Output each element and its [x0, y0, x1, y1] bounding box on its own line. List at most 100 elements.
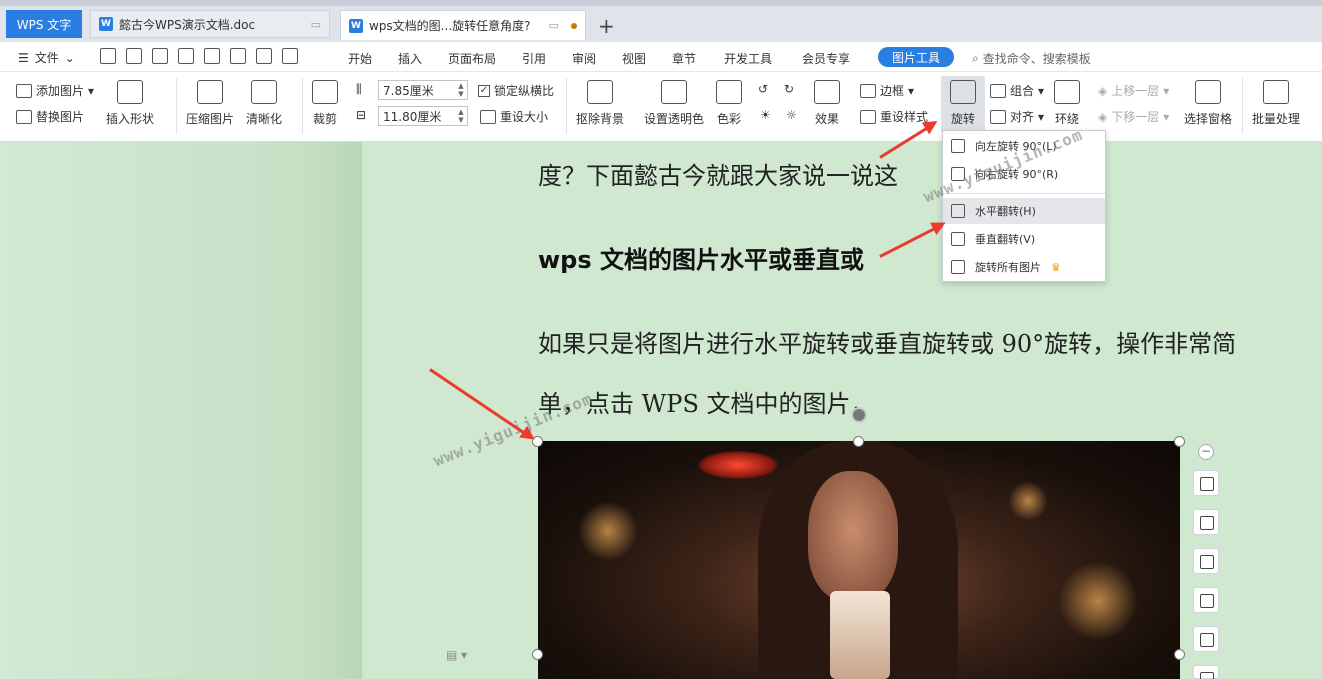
align-button[interactable]: 对齐 ▾	[990, 108, 1044, 125]
width-input[interactable]: 11.80厘米 ▲ ▼	[378, 106, 468, 126]
tab-document-2-label: wps文档的图...旋转任意角度?	[369, 19, 531, 33]
border-label: 边框	[880, 84, 905, 98]
selected-picture[interactable]	[538, 441, 1180, 679]
resize-handle[interactable]	[1174, 649, 1185, 660]
color-button[interactable]: 色彩	[716, 80, 742, 127]
replace-picture-button[interactable]: 替换图片	[16, 108, 84, 125]
rotate-button[interactable]: 旋转	[941, 76, 985, 132]
resize-handle[interactable]	[1174, 436, 1185, 447]
crop-label: 裁剪	[312, 112, 337, 126]
file-menu-label: 文件	[34, 51, 59, 65]
open-folder-icon[interactable]	[126, 48, 142, 64]
remove-background-icon	[587, 80, 613, 104]
brightness-up-icon[interactable]: ☀	[760, 108, 771, 122]
spinner-icon[interactable]: ▲ ▼	[455, 82, 467, 98]
rotate-right-icon[interactable]: ↻	[784, 82, 794, 96]
ribbon-picture-tools: 添加图片 ▾ 替换图片 插入形状 压缩图片 清晰化 裁剪 ⫼ 7.85厘米 ▲ ▼ ⊟…	[0, 72, 1322, 142]
compress-picture-button[interactable]: 压缩图片	[186, 80, 234, 127]
selection-pane-icon	[1195, 80, 1221, 104]
picture-to-text-icon[interactable]	[1193, 626, 1219, 652]
menu-home[interactable]: 开始	[348, 50, 372, 67]
width-icon: ⊟	[356, 108, 367, 122]
layers-icon: ◈	[1098, 83, 1108, 98]
compress-icon	[197, 80, 223, 104]
reset-style-button[interactable]: 重设样式	[860, 108, 928, 125]
zoom-in-icon[interactable]	[1193, 509, 1219, 535]
print-preview-icon[interactable]	[230, 48, 246, 64]
page-indicator-icon[interactable]: ▤ ▾	[446, 648, 467, 662]
tab-wps-writer[interactable]: WPS 文字	[6, 10, 82, 38]
save-icon[interactable]	[152, 48, 168, 64]
flip-vertical-item[interactable]: 垂直翻转(V)	[943, 226, 1105, 252]
sharpen-button[interactable]: 清晰化	[246, 80, 282, 127]
sharpen-icon	[251, 80, 277, 104]
more-options-icon[interactable]	[1193, 665, 1219, 679]
spinner-icon[interactable]: ▲ ▼	[455, 108, 467, 124]
export-icon[interactable]	[178, 48, 194, 64]
flip-horizontal-icon	[951, 204, 965, 218]
redo-icon[interactable]	[282, 48, 298, 64]
selection-pane-button[interactable]: 选择窗格	[1184, 80, 1232, 127]
file-menu[interactable]: ☰ 文件 ⌄	[18, 49, 75, 66]
group-button[interactable]: 组合 ▾	[990, 82, 1044, 99]
effects-button[interactable]: 效果	[814, 80, 840, 127]
brightness-down-icon[interactable]: ☼	[786, 108, 797, 122]
tab-picture-tools[interactable]: 图片工具	[878, 47, 954, 67]
tab-document-1[interactable]: W 懿古今WPS演示文档.doc ▭	[90, 10, 330, 38]
undo-icon[interactable]	[256, 48, 272, 64]
window-icon[interactable]: ▭	[549, 19, 559, 32]
flip-horizontal-item[interactable]: 水平翻转(H)	[943, 198, 1105, 224]
crop-button[interactable]: 裁剪	[312, 80, 338, 127]
menu-developer[interactable]: 开发工具	[724, 50, 772, 67]
insert-shape-button[interactable]: 插入形状	[106, 80, 154, 127]
collapse-toolbar-button[interactable]: −	[1198, 444, 1214, 460]
border-button[interactable]: 边框 ▾	[860, 82, 914, 99]
rotation-handle[interactable]	[851, 407, 867, 423]
tab-document-2[interactable]: W wps文档的图...旋转任意角度? ▭	[340, 10, 586, 40]
menu-insert[interactable]: 插入	[398, 50, 422, 67]
flip-vertical-label: 垂直翻转(V)	[975, 233, 1036, 246]
flip-vertical-icon	[951, 232, 965, 246]
send-backward-button[interactable]: ◈ 下移一层 ▾	[1098, 108, 1169, 125]
hamburger-icon: ☰	[18, 50, 29, 65]
print-icon[interactable]	[204, 48, 220, 64]
resize-handle[interactable]	[853, 436, 864, 447]
reset-size-button[interactable]: 重设大小	[480, 108, 548, 125]
menu-references[interactable]: 引用	[522, 50, 546, 67]
new-file-icon[interactable]	[100, 48, 116, 64]
wrap-icon	[1054, 80, 1080, 104]
color-label: 色彩	[716, 112, 741, 126]
crop-float-icon[interactable]	[1193, 548, 1219, 574]
menu-section[interactable]: 章节	[672, 50, 696, 67]
height-input[interactable]: 7.85厘米 ▲ ▼	[378, 80, 468, 100]
checkmark-icon: ✓	[478, 84, 490, 97]
add-picture-label: 添加图片	[36, 84, 85, 98]
menu-view[interactable]: 视图	[622, 50, 646, 67]
idea-bulb-icon[interactable]	[1193, 587, 1219, 613]
command-search[interactable]: ⌕ 查找命令、搜索模板	[972, 50, 1091, 67]
lock-ratio-checkbox[interactable]: ✓ 锁定纵横比	[478, 82, 554, 99]
add-tab-button[interactable]: +	[598, 14, 615, 38]
layers-icon: ◈	[1098, 109, 1108, 124]
wrap-button[interactable]: 环绕	[1054, 80, 1080, 127]
effects-icon	[814, 80, 840, 104]
quick-access-toolbar	[100, 48, 298, 64]
window-icon[interactable]: ▭	[311, 18, 321, 31]
compress-label: 压缩图片	[186, 112, 235, 126]
rotate-left-icon[interactable]: ↺	[758, 82, 768, 96]
menu-member[interactable]: 会员专享	[802, 50, 850, 67]
title-tab-bar: WPS 文字 W 懿古今WPS演示文档.doc ▭ W wps文档的图...旋转…	[0, 0, 1322, 42]
layout-options-icon[interactable]	[1193, 470, 1219, 496]
rotate-all-pictures-item[interactable]: 旋转所有图片 ♛	[943, 254, 1105, 280]
lock-ratio-label: 锁定纵横比	[494, 84, 555, 98]
tab-document-1-label: 懿古今WPS演示文档.doc	[119, 17, 256, 32]
menu-page-layout[interactable]: 页面布局	[448, 50, 496, 67]
bring-forward-button[interactable]: ◈ 上移一层 ▾	[1098, 82, 1169, 99]
remove-background-button[interactable]: 抠除背景	[576, 80, 624, 127]
add-picture-button[interactable]: 添加图片 ▾	[16, 82, 94, 99]
resize-handle[interactable]	[532, 649, 543, 660]
set-transparent-button[interactable]: 设置透明色	[644, 80, 704, 127]
border-icon	[860, 83, 876, 98]
batch-process-button[interactable]: 批量处理	[1252, 80, 1300, 127]
menu-review[interactable]: 审阅	[572, 50, 596, 67]
